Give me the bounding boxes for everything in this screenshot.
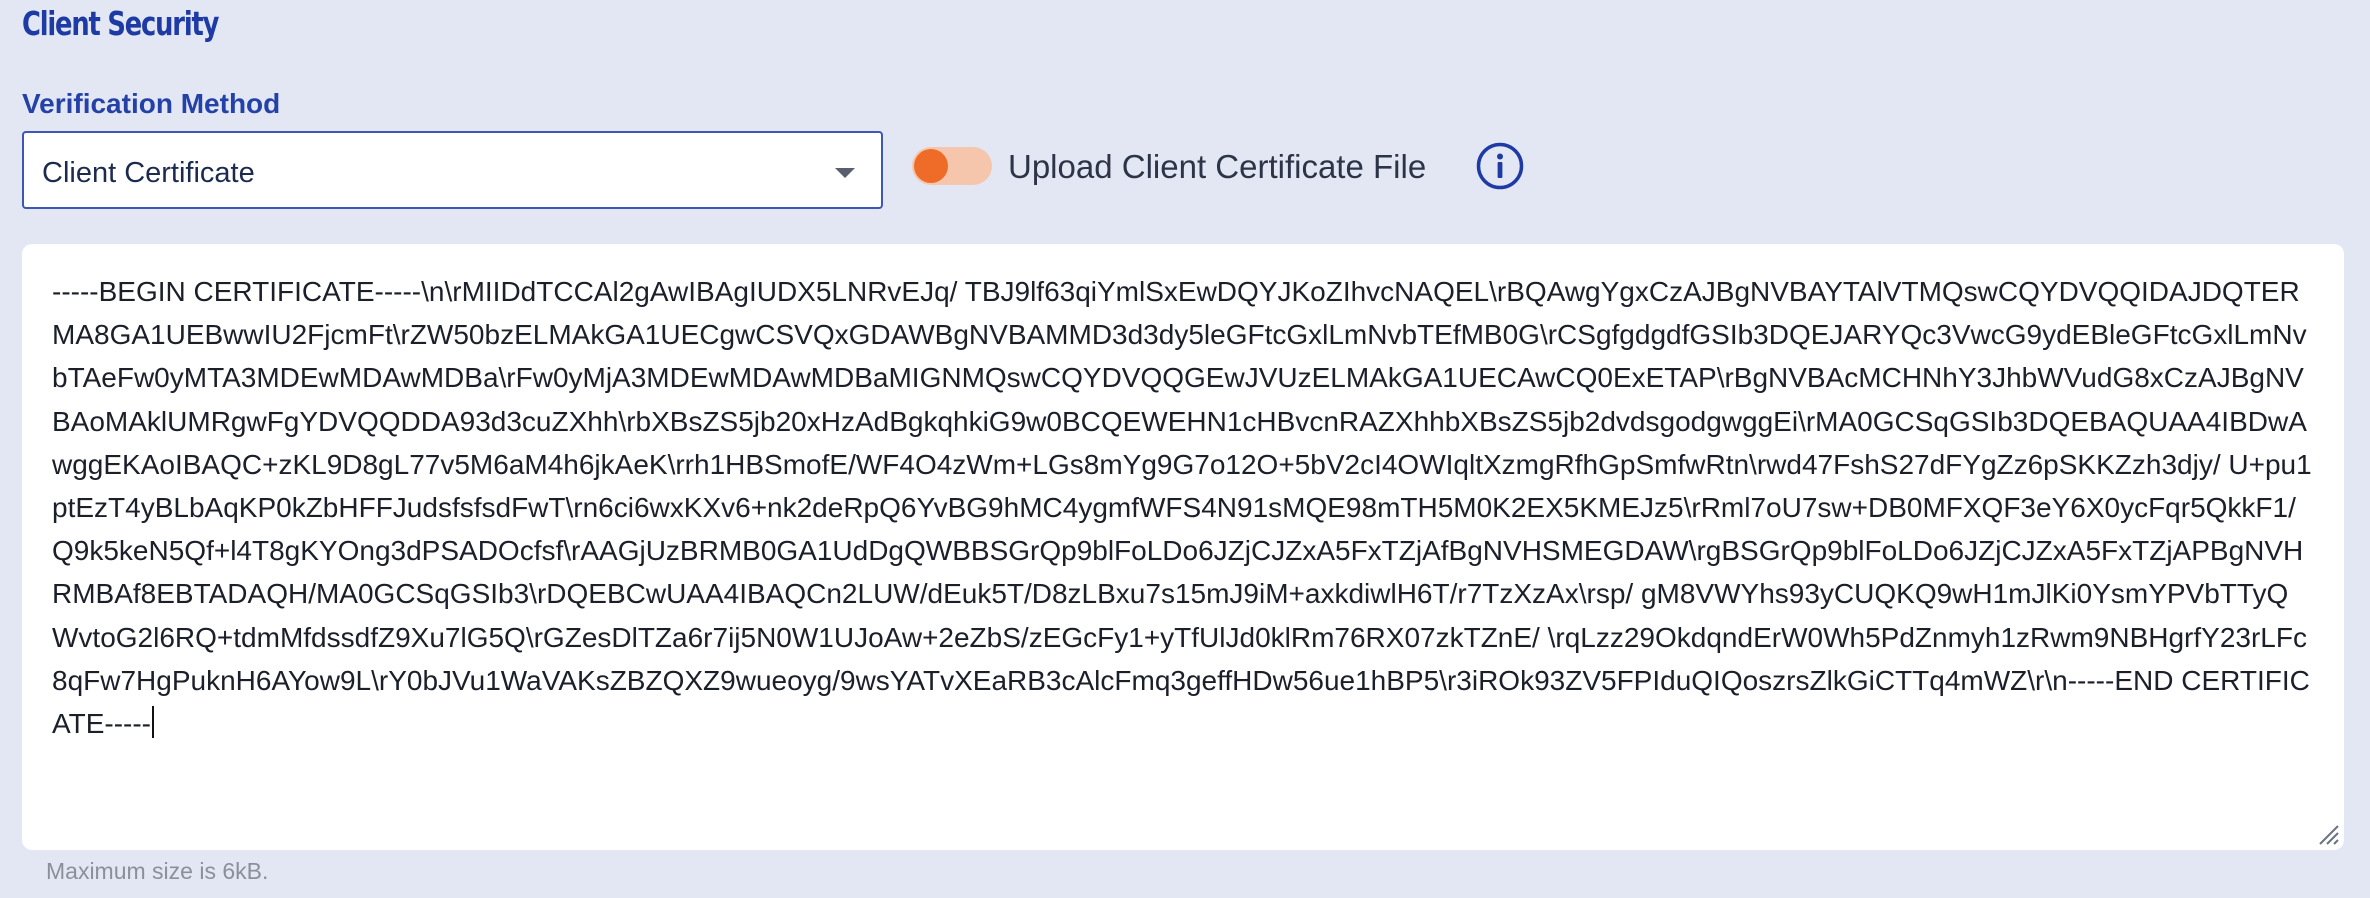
certificate-textarea[interactable]: -----BEGIN CERTIFICATE-----\n\rMIIDdTCCA… bbox=[22, 244, 2344, 850]
upload-certificate-toggle[interactable] bbox=[912, 147, 992, 185]
toggle-knob bbox=[914, 149, 948, 183]
size-hint: Maximum size is 6kB. bbox=[46, 858, 269, 884]
verification-method-select[interactable]: Client Certificate bbox=[22, 131, 883, 209]
section-title: Client Security bbox=[22, 4, 219, 43]
resize-handle-icon[interactable] bbox=[2316, 822, 2340, 846]
verification-method-value: Client Certificate bbox=[42, 157, 255, 189]
chevron-down-icon[interactable] bbox=[835, 168, 855, 178]
info-circle-icon[interactable] bbox=[1475, 141, 1525, 191]
certificate-text: -----BEGIN CERTIFICATE-----\n\rMIIDdTCCA… bbox=[52, 276, 2312, 740]
verification-method-label: Verification Method bbox=[22, 88, 281, 119]
upload-certificate-toggle-label: Upload Client Certificate File bbox=[1008, 148, 1427, 185]
text-cursor bbox=[152, 706, 154, 739]
